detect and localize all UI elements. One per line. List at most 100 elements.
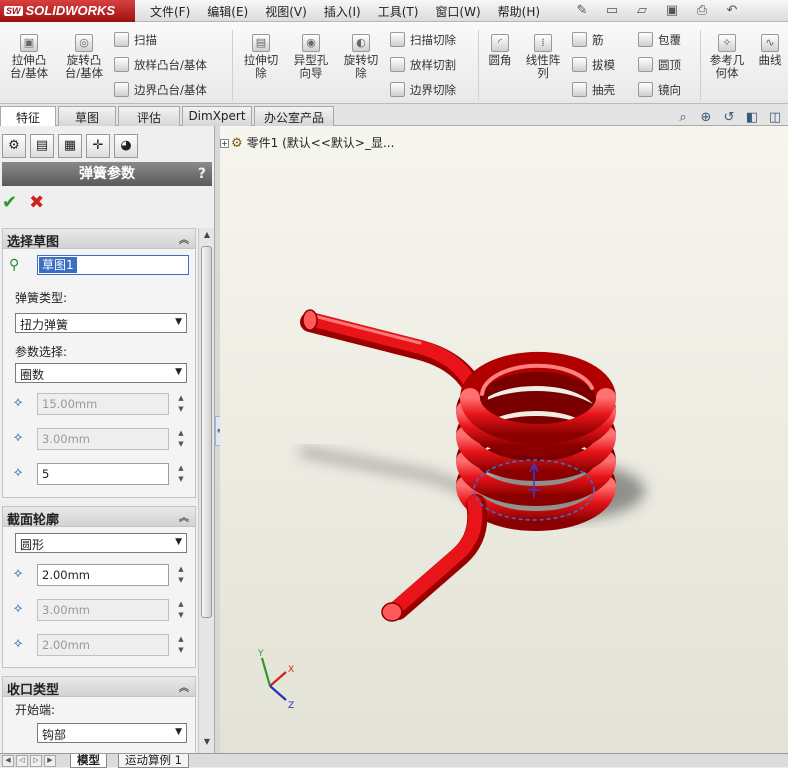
profile-shape-dropdown[interactable]: 圆形 ▼ [15,533,187,553]
menu-edit[interactable]: 编辑(E) [197,0,255,22]
tab-office-products[interactable]: 办公室产品 [254,106,334,126]
rib-label: 筋 [592,33,604,47]
start-end-dropdown[interactable]: 钩部 ▼ [37,723,187,743]
diameter-field[interactable]: 15.00mm [37,393,169,415]
spring-model[interactable]: Y X Z [220,126,788,753]
new-document-icon[interactable]: ▭ [598,1,626,21]
graphics-area[interactable]: + ⚙ 零件1 (默认<<默认>_显... Y X Z [220,126,788,753]
profile-width-spinner[interactable]: ▲ ▼ [175,599,187,621]
rib-icon [572,32,587,47]
collapse-icon[interactable]: ︽ [179,231,189,246]
undo-icon[interactable]: ↶ [718,1,746,21]
pin-icon[interactable]: ✎ [568,1,596,21]
menu-view[interactable]: 视图(V) [255,0,314,22]
tab-dimxpert[interactable]: DimXpert [182,106,252,126]
last-tab-icon[interactable]: ▶ [44,755,56,767]
menu-tools[interactable]: 工具(T) [368,0,426,22]
revolve-boss-button[interactable]: ◎ 旋转凸 台/基体 [58,32,110,80]
scroll-up-icon[interactable]: ▲ [199,230,215,244]
loft-button[interactable]: 放样凸台/基体 [114,57,207,73]
dimxpert-manager-tab-icon[interactable]: ✛ [86,134,110,158]
linear-pattern-button[interactable]: ⁞ 线性阵 列 [520,32,566,80]
next-tab-icon[interactable]: ▷ [30,755,42,767]
property-manager-tab-icon[interactable]: ▤ [30,134,54,158]
first-tab-icon[interactable]: ◀ [2,755,14,767]
loft-cut-label: 放样切割 [410,58,456,72]
spring-type-dropdown[interactable]: 扭力弹簧 ▼ [15,313,187,333]
chevron-down-icon: ▼ [175,727,182,737]
property-manager-title: 弹簧参数? [2,162,212,186]
tab-sketch[interactable]: 草图 [58,106,116,126]
fillet-icon: ◜ [491,34,509,52]
ribbon-divider [232,30,233,100]
collapse-icon[interactable]: ︽ [179,679,189,694]
sweep-button[interactable]: 扫描 [114,32,157,48]
boundary-boss-button[interactable]: 边界凸台/基体 [114,82,207,98]
logo-text: SOLIDWORKS [25,3,116,18]
save-icon[interactable]: ▣ [658,1,686,21]
tab-features[interactable]: 特征 [0,106,56,127]
hole-wizard-label: 异型孔 向导 [293,53,329,80]
pitch-spinner[interactable]: ▲ ▼ [175,428,187,450]
cancel-x-icon[interactable]: ✖ [29,192,44,220]
menu-window[interactable]: 窗口(W) [425,0,487,22]
ok-check-icon[interactable]: ✔ [2,192,17,220]
boundary-cut-button[interactable]: 边界切除 [390,82,456,98]
print-icon[interactable]: ⎙ [688,1,716,21]
menu-insert[interactable]: 插入(I) [314,0,368,22]
extrude-cut-button[interactable]: ▤ 拉伸切 除 [238,32,284,80]
diameter-spinner[interactable]: ▲ ▼ [175,393,187,415]
loft-cut-button[interactable]: 放样切割 [390,57,456,73]
sweep-cut-button[interactable]: 扫描切除 [390,32,456,48]
collapse-icon[interactable]: ︽ [179,509,189,524]
prev-tab-icon[interactable]: ◁ [16,755,28,767]
shell-button[interactable]: 抽壳 [572,82,615,98]
linear-pattern-label: 线性阵 列 [525,53,561,80]
extrude-boss-button[interactable]: ▣ 拉伸凸 台/基体 [4,32,54,80]
scroll-down-icon[interactable]: ▼ [199,737,215,751]
wrap-button[interactable]: 包覆 [638,32,681,48]
scroll-thumb[interactable] [201,246,212,618]
turns-field[interactable]: 5 [37,463,169,485]
panel-scrollbar[interactable]: ▲ ▼ [198,228,214,753]
profile-width-field[interactable]: 3.00mm [37,599,169,621]
pitch-field[interactable]: 3.00mm [37,428,169,450]
profile-height-spinner[interactable]: ▲ ▼ [175,634,187,656]
mirror-button[interactable]: 镜向 [638,82,681,98]
tab-motion-study[interactable]: 运动算例 1 [118,754,189,768]
parameter-selection-dropdown[interactable]: 圈数 ▼ [15,363,187,383]
sweep-cut-label: 扫描切除 [410,33,456,47]
hole-wizard-button[interactable]: ◉ 异型孔 向导 [287,32,335,80]
curves-button[interactable]: ∿ 曲线 [754,32,786,67]
wire-diameter-spinner[interactable]: ▲ ▼ [175,564,187,586]
help-button[interactable]: ? [198,162,206,186]
group-end-type: 收口类型 ︽ 开始端: 钩部 ▼ [2,676,196,753]
turns-spinner[interactable]: ▲ ▼ [175,463,187,485]
fillet-button[interactable]: ◜ 圆角 [484,32,516,67]
fillet-label: 圆角 [488,53,512,67]
revolve-cut-button[interactable]: ◐ 旋转切 除 [338,32,384,80]
menu-help[interactable]: 帮助(H) [488,0,547,22]
wire-diameter-field[interactable]: 2.00mm [37,564,169,586]
profile-height-field[interactable]: 2.00mm [37,634,169,656]
sketch-selection-box[interactable]: 草图1 [37,255,189,275]
reference-geometry-button[interactable]: ✧ 参考几 何体 [704,32,750,80]
configuration-manager-tab-icon[interactable]: ▦ [58,134,82,158]
tab-model[interactable]: 模型 [70,754,107,768]
display-manager-tab-icon[interactable]: ◕ [114,134,138,158]
mirror-icon [638,82,653,97]
group-header-end-type[interactable]: 收口类型 ︽ [3,677,195,698]
open-icon[interactable]: ▱ [628,1,656,21]
group-title: 收口类型 [7,683,60,698]
draft-button[interactable]: 拔模 [572,57,615,73]
wrap-icon [638,32,653,47]
property-manager: ⚙ ▤ ▦ ✛ ◕ 弹簧参数? ✔ ✖ 选择草图 ︽ ⚲ 草图1 弹簧类型: 扭力… [0,126,215,753]
group-header-select-sketch[interactable]: 选择草图 ︽ [3,229,195,250]
tab-evaluate[interactable]: 评估 [118,106,180,126]
dome-button[interactable]: 圆顶 [638,57,681,73]
rib-button[interactable]: 筋 [572,32,604,48]
menu-file[interactable]: 文件(F) [140,0,197,22]
group-header-profile[interactable]: 截面轮廓 ︽ [3,507,195,528]
reference-geometry-icon: ✧ [718,34,736,52]
feature-manager-tab-icon[interactable]: ⚙ [2,134,26,158]
